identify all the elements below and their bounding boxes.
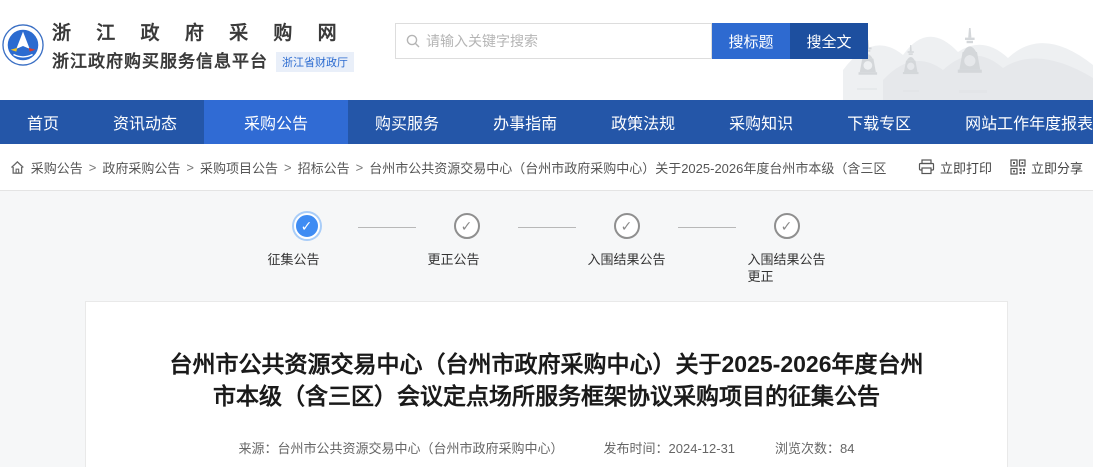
meta-source-value: 台州市公共资源交易中心（台州市政府采购中心） <box>278 441 564 456</box>
nav-item-downloads[interactable]: 下载专区 <box>820 100 938 144</box>
logo-emblem-icon <box>2 24 44 66</box>
nav-item-guide[interactable]: 办事指南 <box>466 100 584 144</box>
meta-views-label: 浏览次数： <box>775 441 840 456</box>
site-logo[interactable]: 浙 江 政 府 采 购 网 浙江政府购买服务信息平台 浙江省财政厅 <box>2 18 354 72</box>
step-shortlist-result-notice[interactable]: ✓ 入围结果公告 <box>588 213 666 285</box>
nav-item-procurement-notices[interactable]: 采购公告 <box>204 100 348 144</box>
header-decoration-pagodas <box>843 0 1093 100</box>
search-icon <box>406 34 420 48</box>
nav-item-news[interactable]: 资讯动态 <box>86 100 204 144</box>
finance-dept-badge: 浙江省财政厅 <box>276 52 354 72</box>
notice-progress-steps: ✓ 征集公告 ✓ 更正公告 ✓ 入围结果公告 ✓ 入围结果公告更正 <box>0 191 1093 285</box>
nav-item-home[interactable]: 首页 <box>0 100 86 144</box>
share-label: 立即分享 <box>1031 158 1083 177</box>
breadcrumb-current: 台州市公共资源交易中心（台州市政府采购中心）关于2025-2026年度台州市本级… <box>369 158 886 177</box>
meta-views-value: 84 <box>840 441 854 456</box>
share-button[interactable]: 立即分享 <box>1010 158 1083 177</box>
search-bar: 搜标题 搜全文 <box>395 23 868 59</box>
content-area: ✓ 征集公告 ✓ 更正公告 ✓ 入围结果公告 ✓ 入围结果公告更正 台州市公共资… <box>0 191 1093 467</box>
step-label: 更正公告 <box>428 251 506 268</box>
breadcrumb-bar: 采购公告 > 政府采购公告 > 采购项目公告 > 招标公告 > 台州市公共资源交… <box>0 144 1093 191</box>
qrcode-icon <box>1010 159 1026 175</box>
meta-publish-label: 发布时间： <box>604 441 669 456</box>
breadcrumb-separator: > <box>89 160 97 175</box>
step-connector <box>358 227 416 228</box>
step-label: 征集公告 <box>268 251 346 268</box>
nav-item-policies[interactable]: 政策法规 <box>584 100 702 144</box>
announcement-card: 台州市公共资源交易中心（台州市政府采购中心）关于2025-2026年度台州市本级… <box>85 301 1008 467</box>
breadcrumb-separator: > <box>356 160 364 175</box>
search-title-button[interactable]: 搜标题 <box>712 23 790 59</box>
step-check-icon: ✓ <box>614 213 640 239</box>
meta-publish-value: 2024-12-31 <box>669 441 736 456</box>
breadcrumb-item[interactable]: 政府采购公告 <box>102 158 180 177</box>
step-shortlist-result-correction[interactable]: ✓ 入围结果公告更正 <box>748 213 826 285</box>
print-button[interactable]: 立即打印 <box>918 158 992 177</box>
search-input[interactable] <box>426 33 701 49</box>
print-label: 立即打印 <box>940 158 992 177</box>
home-icon[interactable] <box>10 160 25 175</box>
site-name: 浙 江 政 府 采 购 网 <box>52 18 354 45</box>
search-box[interactable] <box>395 23 712 59</box>
search-fulltext-button[interactable]: 搜全文 <box>790 23 868 59</box>
step-connector <box>518 227 576 228</box>
step-label: 入围结果公告更正 <box>748 251 826 285</box>
meta-views: 浏览次数：84 <box>775 438 854 457</box>
step-label: 入围结果公告 <box>588 251 666 268</box>
meta-source-label: 来源： <box>238 441 277 456</box>
step-correction-notice[interactable]: ✓ 更正公告 <box>428 213 506 285</box>
breadcrumb-item[interactable]: 采购项目公告 <box>200 158 278 177</box>
site-subtitle: 浙江政府购买服务信息平台 <box>52 47 268 72</box>
step-check-icon: ✓ <box>294 213 320 239</box>
announcement-title: 台州市公共资源交易中心（台州市政府采购中心）关于2025-2026年度台州市本级… <box>162 348 932 412</box>
nav-item-purchase-services[interactable]: 购买服务 <box>348 100 466 144</box>
announcement-meta: 来源：台州市公共资源交易中心（台州市政府采购中心） 发布时间：2024-12-3… <box>86 438 1007 457</box>
breadcrumb-item[interactable]: 招标公告 <box>298 158 350 177</box>
site-header: 浙 江 政 府 采 购 网 浙江政府购买服务信息平台 浙江省财政厅 搜标题 搜全… <box>0 0 1093 100</box>
printer-icon <box>918 159 935 175</box>
breadcrumb-separator: > <box>284 160 292 175</box>
step-connector <box>678 227 736 228</box>
page-actions: 立即打印 立即分享 <box>900 158 1083 177</box>
meta-source: 来源：台州市公共资源交易中心（台州市政府采购中心） <box>238 438 563 457</box>
breadcrumb-separator: > <box>186 160 194 175</box>
main-nav: 首页 资讯动态 采购公告 购买服务 办事指南 政策法规 采购知识 下载专区 网站… <box>0 100 1093 144</box>
nav-item-knowledge[interactable]: 采购知识 <box>702 100 820 144</box>
step-check-icon: ✓ <box>774 213 800 239</box>
step-collection-notice[interactable]: ✓ 征集公告 <box>268 213 346 285</box>
nav-item-annual-report[interactable]: 网站工作年度报表 <box>938 100 1093 144</box>
meta-publish-time: 发布时间：2024-12-31 <box>604 438 736 457</box>
breadcrumb-item[interactable]: 采购公告 <box>31 158 83 177</box>
breadcrumb: 采购公告 > 政府采购公告 > 采购项目公告 > 招标公告 > 台州市公共资源交… <box>31 158 886 177</box>
step-check-icon: ✓ <box>454 213 480 239</box>
